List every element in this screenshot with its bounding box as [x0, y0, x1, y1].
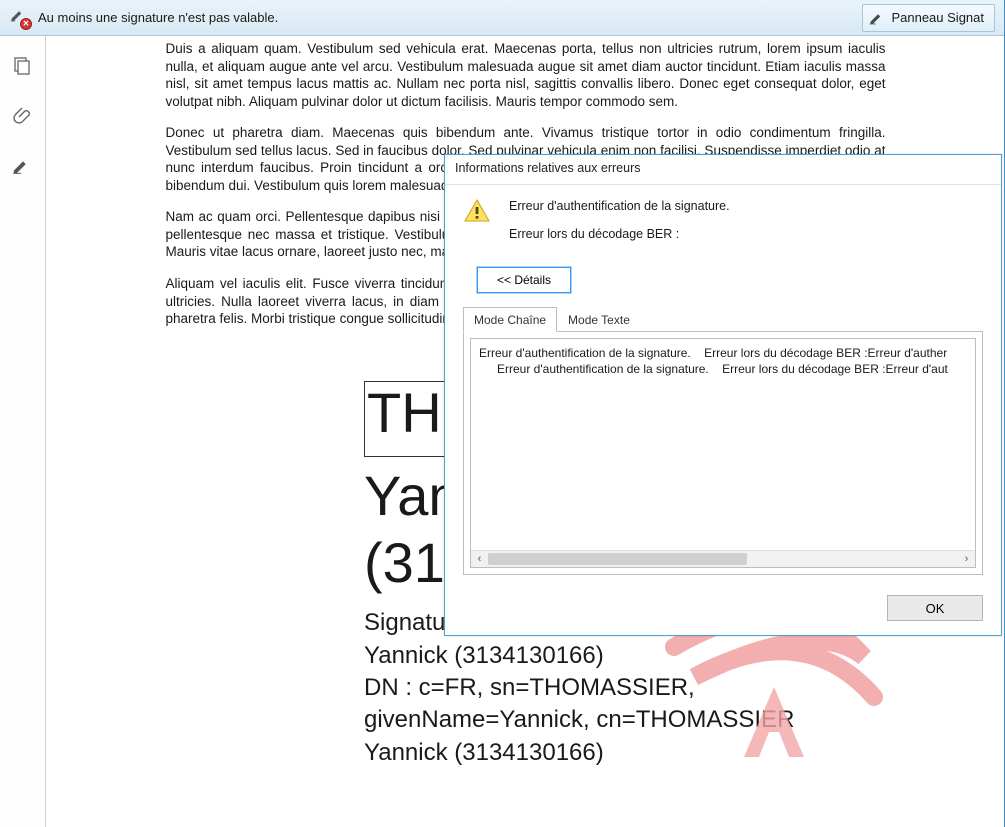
- signature-line: givenName=Yannick, cn=THOMASSIER: [364, 704, 884, 736]
- error-info-dialog: Informations relatives aux erreurs Erreu…: [444, 154, 1002, 636]
- paragraph: Duis a aliquam quam. Vestibulum sed vehi…: [166, 40, 886, 110]
- signature-line: Yannick (3134130166): [364, 737, 884, 769]
- signature-invalid-icon: ✕: [10, 8, 30, 28]
- signature-line: Yannick (3134130166): [364, 640, 884, 672]
- error-message: Erreur lors du décodage BER :: [509, 227, 730, 241]
- warning-icon: [463, 197, 491, 225]
- error-tabs: Mode Chaîne Mode Texte: [463, 307, 983, 332]
- dialog-title: Informations relatives aux erreurs: [445, 155, 1001, 185]
- thumbnails-icon[interactable]: [11, 54, 35, 78]
- scroll-left-icon[interactable]: ‹: [471, 551, 488, 568]
- signature-panel-button[interactable]: Panneau Signat: [862, 4, 995, 32]
- scroll-right-icon[interactable]: ›: [958, 551, 975, 568]
- error-list-item: Erreur lors du décodage BER :Erreur d'au…: [704, 346, 947, 360]
- error-list-item: Erreur d'authentification de la signatur…: [479, 346, 691, 360]
- signatures-icon[interactable]: [11, 154, 35, 178]
- horizontal-scrollbar[interactable]: ‹ ›: [471, 550, 975, 567]
- ok-button[interactable]: OK: [887, 595, 983, 621]
- side-toolbar: [0, 36, 46, 827]
- signature-warning-bar: ✕ Au moins une signature n'est pas valab…: [0, 0, 1005, 36]
- details-button[interactable]: << Détails: [477, 267, 571, 293]
- error-message: Erreur d'authentification de la signatur…: [509, 199, 730, 213]
- signature-line: DN : c=FR, sn=THOMASSIER,: [364, 672, 884, 704]
- signature-panel-label: Panneau Signat: [891, 10, 984, 25]
- tab-chain-mode[interactable]: Mode Chaîne: [463, 307, 557, 332]
- attachments-icon[interactable]: [11, 104, 35, 128]
- error-list-item: Erreur lors du décodage BER :Erreur d'au…: [722, 362, 948, 376]
- error-list[interactable]: Erreur d'authentification de la signatur…: [470, 338, 976, 568]
- tab-text-mode[interactable]: Mode Texte: [557, 307, 641, 331]
- signature-warning-text: Au moins une signature n'est pas valable…: [38, 10, 854, 25]
- error-list-item: Erreur d'authentification de la signatur…: [497, 362, 709, 376]
- scroll-thumb[interactable]: [488, 553, 747, 565]
